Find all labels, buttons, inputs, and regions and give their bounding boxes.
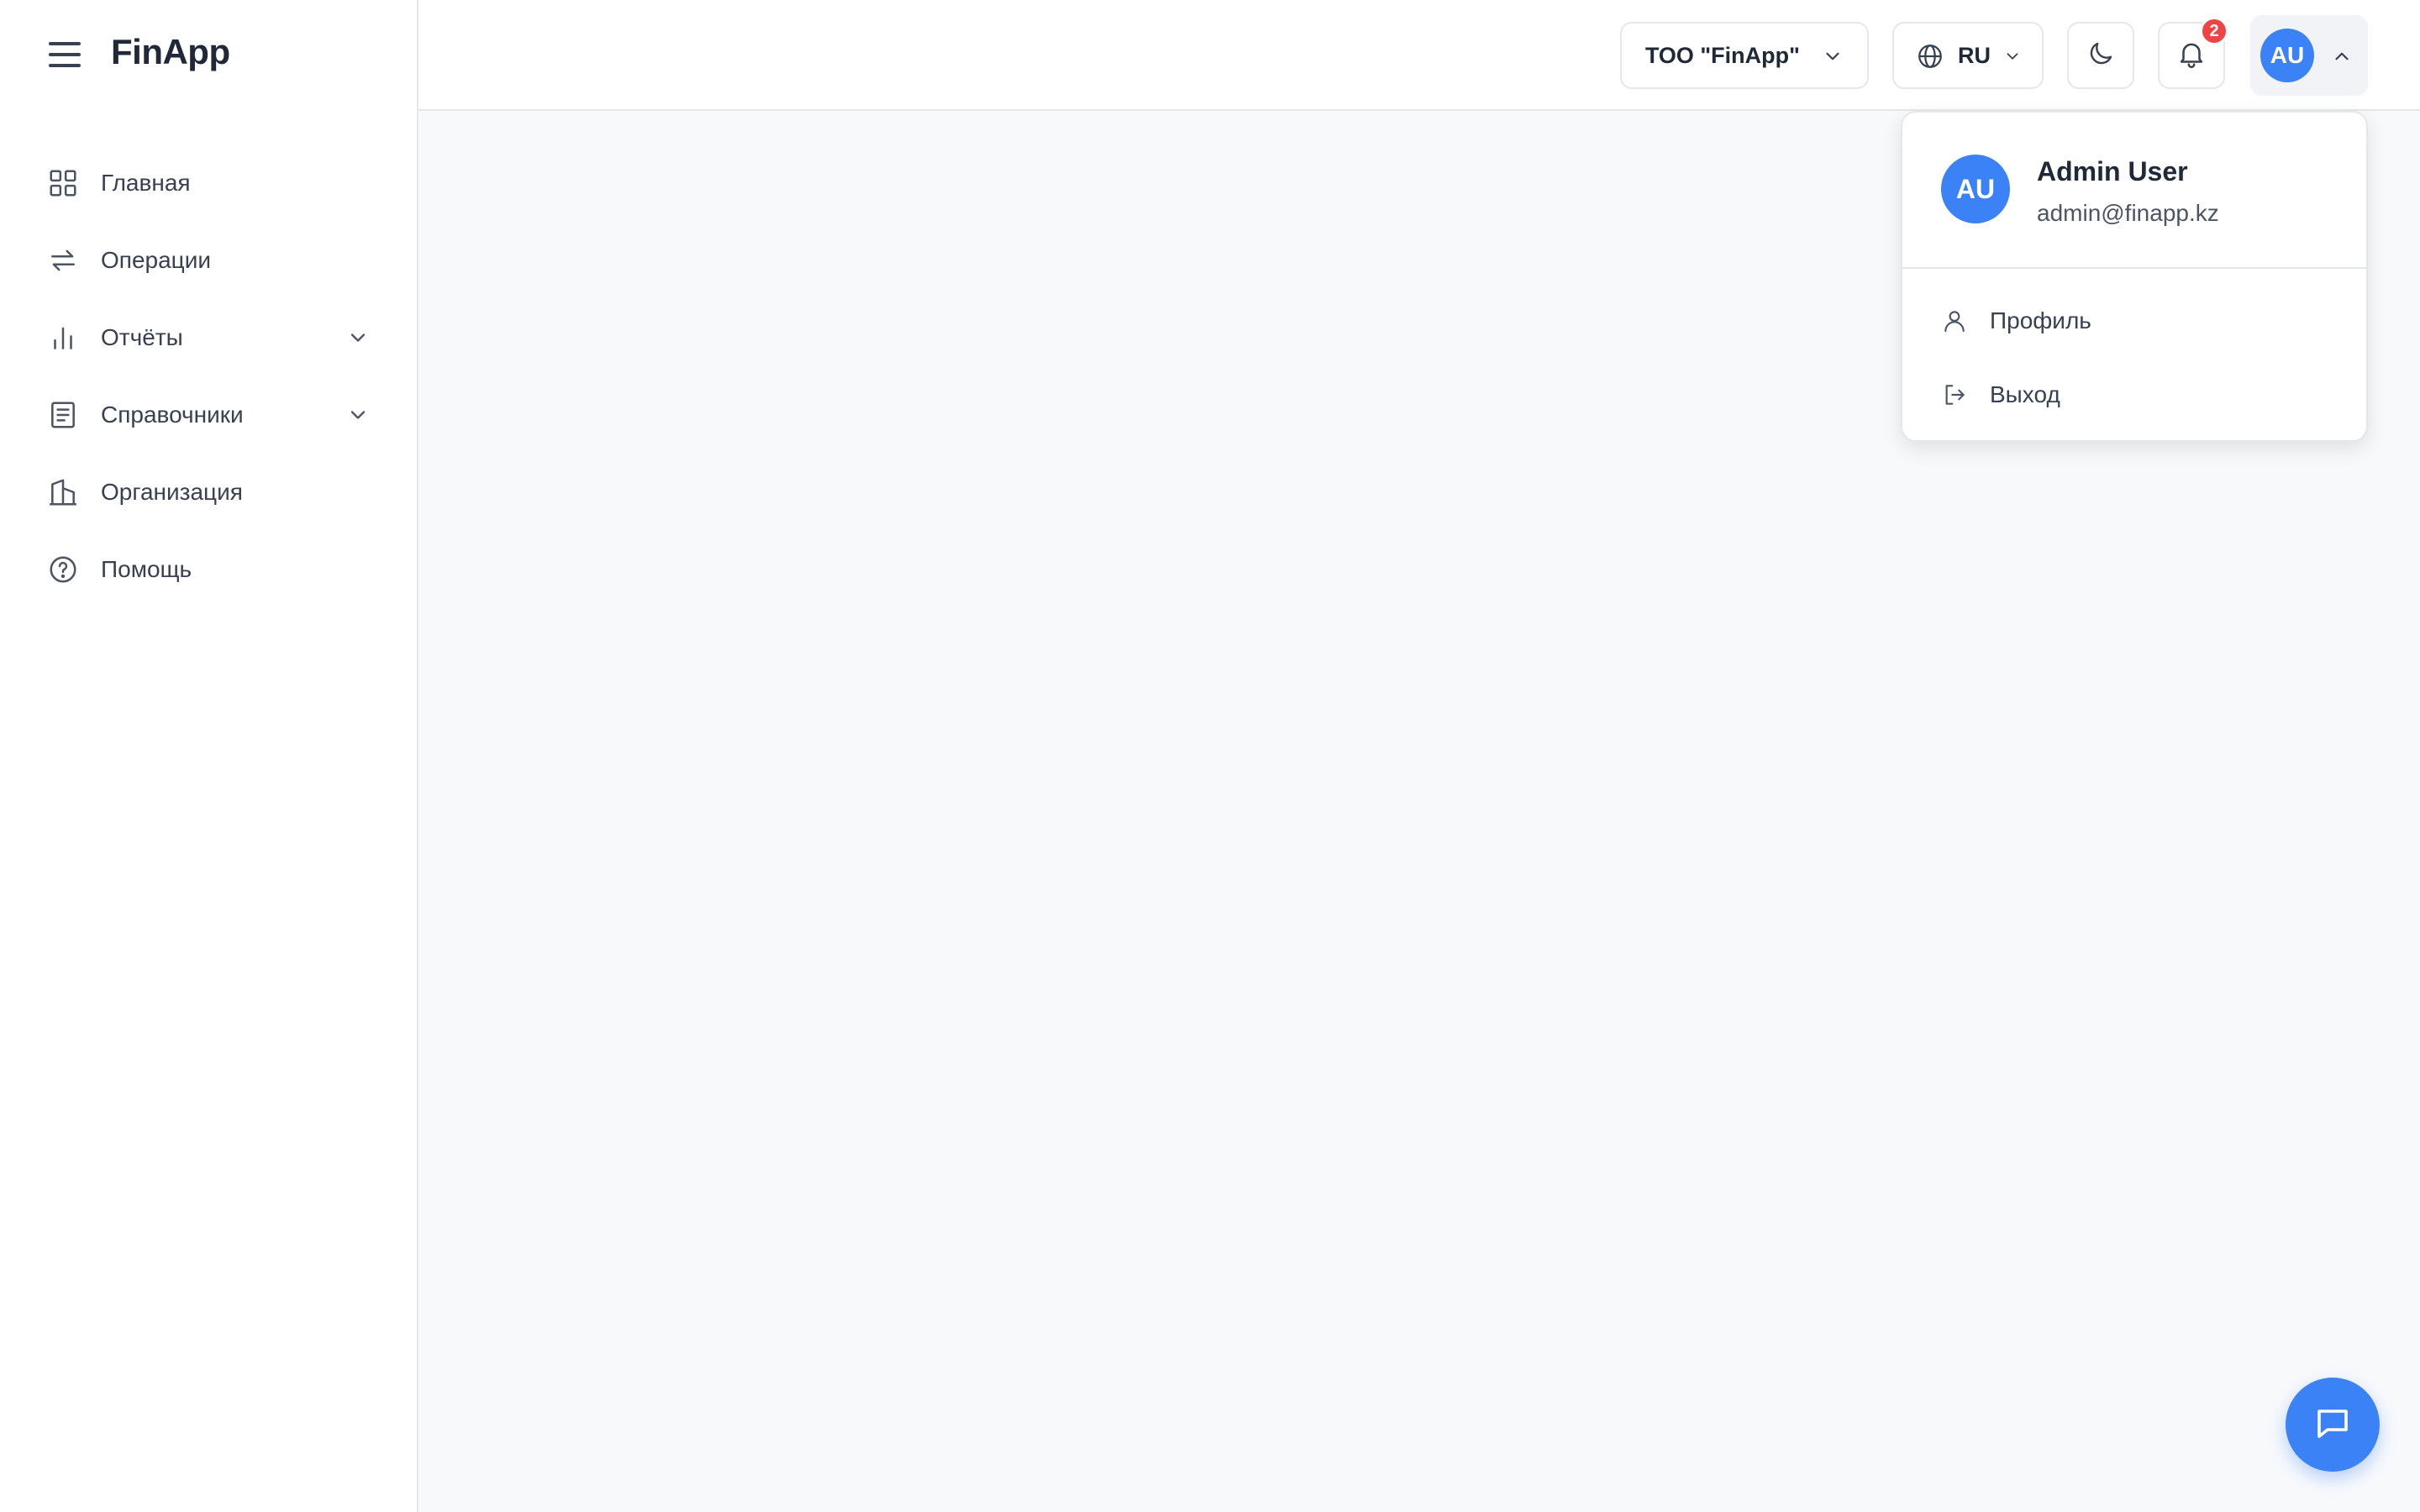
- sidebar-item-help[interactable]: Помощь: [0, 531, 417, 608]
- sidebar-item-label: Операции: [101, 247, 211, 273]
- theme-toggle-button[interactable]: [2067, 22, 2134, 89]
- menu-toggle-icon[interactable]: [49, 42, 81, 67]
- org-selector[interactable]: ТОО "FinApp": [1620, 22, 1869, 89]
- bell-icon: [2175, 38, 2207, 74]
- moon-icon: [2086, 39, 2116, 73]
- top-header: ТОО "FinApp" RU 2 AU: [418, 0, 2420, 111]
- chevron-down-icon: [2003, 47, 2022, 66]
- language-selector[interactable]: RU: [1892, 22, 2044, 89]
- building-icon: [47, 476, 79, 508]
- sidebar-item-operations[interactable]: Операции: [0, 222, 417, 299]
- org-selector-label: ТОО "FinApp": [1645, 42, 1800, 68]
- user-info: AU Admin User admin@finapp.kz: [1902, 113, 2366, 269]
- sidebar-item-label: Главная: [101, 170, 191, 196]
- menu-item-label: Профиль: [1990, 307, 2091, 333]
- brand-logo[interactable]: FinApp: [111, 32, 230, 72]
- sidebar-item-home[interactable]: Главная: [0, 144, 417, 222]
- globe-icon: [1916, 42, 1944, 71]
- chevron-down-icon: [1822, 45, 1844, 67]
- chat-icon: [2312, 1403, 2353, 1447]
- sidebar-item-label: Справочники: [101, 402, 244, 428]
- user-menu-button[interactable]: AU: [2250, 15, 2368, 96]
- arrows-swap-icon: [47, 244, 79, 276]
- sidebar-item-organization[interactable]: Организация: [0, 454, 417, 531]
- user-name: Admin User: [2037, 156, 2188, 186]
- sidebar-item-directories[interactable]: Справочники: [0, 376, 417, 454]
- sidebar-header: FinApp: [0, 0, 417, 109]
- app-root: FinApp Главная Операции Отчёты Справочни…: [0, 0, 2420, 1512]
- help-circle-icon: [47, 554, 79, 585]
- chevron-up-icon: [2331, 45, 2353, 67]
- bar-chart-icon: [47, 322, 79, 354]
- user-icon: [1941, 307, 1968, 334]
- sidebar-item-label: Помощь: [101, 556, 192, 582]
- menu-item-profile[interactable]: Профиль: [1902, 284, 2366, 358]
- avatar: AU: [2260, 29, 2314, 82]
- menu-item-label: Выход: [1990, 381, 2060, 407]
- sidebar: FinApp Главная Операции Отчёты Справочни…: [0, 0, 418, 1512]
- grid-icon: [47, 167, 79, 199]
- user-dropdown-menu: AU Admin User admin@finapp.kz Профиль Вы…: [1901, 111, 2368, 442]
- sidebar-item-label: Отчёты: [101, 324, 183, 350]
- notifications-button[interactable]: 2: [2158, 17, 2228, 89]
- notification-count-badge: 2: [2200, 17, 2228, 45]
- book-icon: [47, 399, 79, 431]
- language-label: RU: [1958, 42, 1991, 68]
- chevron-down-icon[interactable]: [346, 326, 370, 349]
- sidebar-item-label: Организация: [101, 479, 243, 505]
- chevron-down-icon[interactable]: [346, 403, 370, 427]
- sidebar-nav: Главная Операции Отчёты Справочники Орга…: [0, 144, 417, 608]
- menu-item-logout[interactable]: Выход: [1902, 358, 2366, 432]
- sidebar-item-reports[interactable]: Отчёты: [0, 299, 417, 376]
- logout-icon: [1941, 381, 1968, 408]
- chat-button[interactable]: [2286, 1378, 2380, 1472]
- avatar: AU: [1941, 155, 2010, 223]
- user-email: admin@finapp.kz: [2037, 200, 2219, 226]
